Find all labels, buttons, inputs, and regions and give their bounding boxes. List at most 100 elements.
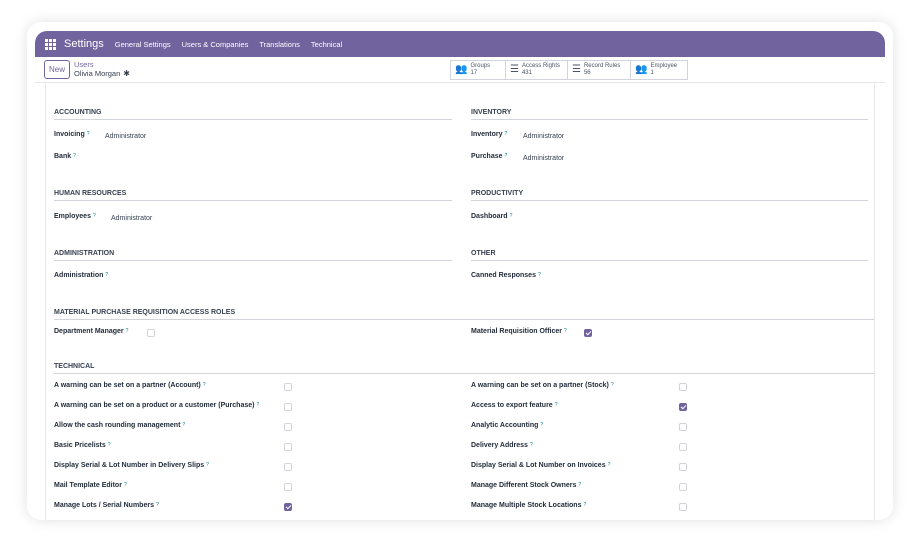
canned-responses-label: Canned Responses? — [471, 272, 541, 279]
help-icon[interactable]: ? — [611, 382, 614, 388]
employees-label: Employees? — [54, 213, 96, 220]
employees-value[interactable]: Administrator — [111, 215, 152, 222]
tech-left-label-0-text: A warning can be set on a partner (Accou… — [54, 382, 201, 389]
tech-right-label-1: Access to export feature? — [471, 402, 557, 409]
tech-left-label-1: A warning can be set on a product or a c… — [54, 402, 259, 409]
help-icon[interactable]: ? — [555, 402, 558, 408]
tech-left-checkbox-0[interactable] — [284, 383, 292, 391]
section-productivity: PRODUCTIVITY — [471, 190, 868, 201]
tech-left-label-6: Manage Lots / Serial Numbers? — [54, 502, 159, 509]
tech-left-checkbox-6[interactable] — [284, 503, 292, 511]
department-manager-checkbox[interactable] — [147, 329, 155, 337]
tech-right-checkbox-5[interactable] — [679, 483, 687, 491]
inventory-label: Inventory? — [471, 131, 507, 138]
groups-stat-label: Groups — [470, 63, 491, 69]
tech-right-label-6: Manage Multiple Stock Locations? — [471, 502, 586, 509]
help-icon[interactable]: ? — [108, 442, 111, 448]
tech-right-checkbox-0[interactable] — [679, 383, 687, 391]
help-icon[interactable]: ? — [505, 153, 508, 159]
tech-left-checkbox-1[interactable] — [284, 403, 292, 411]
help-icon[interactable]: ? — [87, 131, 90, 137]
breadcrumb-current-label: Olivia Morgan — [74, 69, 121, 78]
app-title[interactable]: Settings — [64, 38, 104, 50]
apps-grid-icon[interactable] — [45, 38, 56, 50]
help-icon[interactable]: ? — [505, 131, 508, 137]
menu-general-settings[interactable]: General Settings — [115, 40, 171, 49]
list-icon: ☰ — [510, 64, 519, 75]
record-rules-stat-label: Record Rules — [583, 63, 621, 69]
tech-right-checkbox-4[interactable] — [679, 463, 687, 471]
help-icon[interactable]: ? — [203, 382, 206, 388]
help-icon[interactable]: ? — [73, 153, 76, 159]
form-sheet: ACCOUNTING Invoicing? Administrator Bank… — [45, 83, 875, 520]
help-icon[interactable]: ? — [124, 482, 127, 488]
invoicing-value[interactable]: Administrator — [105, 133, 146, 140]
section-other: OTHER — [471, 250, 868, 261]
tech-right-label-5: Manage Different Stock Owners? — [471, 482, 581, 489]
record-rules-stat-button[interactable]: ☰ Record Rules 56 — [567, 60, 631, 80]
help-icon[interactable]: ? — [564, 328, 567, 334]
help-icon[interactable]: ? — [105, 272, 108, 278]
breadcrumb-current: Olivia Morgan ✱ — [74, 69, 130, 78]
gear-icon[interactable]: ✱ — [123, 69, 130, 78]
purchase-value[interactable]: Administrator — [523, 155, 564, 162]
section-inventory: INVENTORY — [471, 109, 868, 120]
help-icon[interactable]: ? — [530, 442, 533, 448]
bank-label-text: Bank — [54, 153, 72, 160]
tech-left-checkbox-2[interactable] — [284, 423, 292, 431]
help-icon[interactable]: ? — [510, 213, 513, 219]
inventory-label-text: Inventory — [471, 131, 503, 138]
tech-right-checkbox-6[interactable] — [679, 503, 687, 511]
tech-right-label-5-text: Manage Different Stock Owners — [471, 482, 577, 489]
tech-right-label-2: Analytic Accounting? — [471, 422, 543, 429]
help-icon[interactable]: ? — [540, 422, 543, 428]
window-frame: Settings General Settings Users & Compan… — [27, 22, 893, 520]
help-icon[interactable]: ? — [578, 482, 581, 488]
groups-stat-button[interactable]: 👥 Groups 17 — [450, 60, 506, 80]
help-icon[interactable]: ? — [538, 272, 541, 278]
tech-right-label-0: A warning can be set on a partner (Stock… — [471, 382, 614, 389]
menu-translations[interactable]: Translations — [259, 40, 300, 49]
tech-left-label-3: Basic Pricelists? — [54, 442, 111, 449]
help-icon[interactable]: ? — [156, 502, 159, 508]
help-icon[interactable]: ? — [583, 502, 586, 508]
help-icon[interactable]: ? — [182, 422, 185, 428]
tech-left-checkbox-4[interactable] — [284, 463, 292, 471]
breadcrumb-users[interactable]: Users — [74, 60, 94, 69]
section-technical: TECHNICAL — [54, 363, 874, 374]
tech-left-label-4: Display Serial & Lot Number in Delivery … — [54, 462, 209, 469]
tech-right-checkbox-2[interactable] — [679, 423, 687, 431]
help-icon[interactable]: ? — [608, 462, 611, 468]
top-navbar: Settings General Settings Users & Compan… — [35, 31, 885, 57]
employee-stat-count: 1 — [650, 70, 654, 76]
tech-right-label-1-text: Access to export feature — [471, 402, 553, 409]
tech-left-label-1-text: A warning can be set on a product or a c… — [54, 402, 255, 409]
tech-left-checkbox-5[interactable] — [284, 483, 292, 491]
stat-buttons: 👥 Groups 17 ☰ Access Rights 431 ☰ Record R… — [450, 60, 688, 80]
section-material-purchase-requisition: MATERIAL PURCHASE REQUISITION ACCESS ROL… — [54, 309, 874, 320]
tech-left-checkbox-3[interactable] — [284, 443, 292, 451]
tech-left-label-2-text: Allow the cash rounding management — [54, 422, 181, 429]
access-rights-stat-button[interactable]: ☰ Access Rights 431 — [505, 60, 568, 80]
tech-left-label-5: Mail Template Editor? — [54, 482, 127, 489]
tech-right-checkbox-1[interactable] — [679, 403, 687, 411]
inventory-value[interactable]: Administrator — [523, 133, 564, 140]
menu-users-companies[interactable]: Users & Companies — [182, 40, 249, 49]
tech-right-label-2-text: Analytic Accounting — [471, 422, 539, 429]
tech-right-checkbox-3[interactable] — [679, 443, 687, 451]
help-icon[interactable]: ? — [93, 213, 96, 219]
tech-left-label-0: A warning can be set on a partner (Accou… — [54, 382, 206, 389]
help-icon[interactable]: ? — [206, 462, 209, 468]
bank-label: Bank? — [54, 153, 76, 160]
mr-officer-checkbox[interactable] — [584, 329, 592, 337]
tech-left-label-4-text: Display Serial & Lot Number in Delivery … — [54, 462, 205, 469]
new-button[interactable]: New — [44, 60, 70, 79]
help-icon[interactable]: ? — [126, 328, 129, 334]
employee-stat-button[interactable]: 👥 Employee 1 — [630, 60, 688, 80]
dashboard-label-text: Dashboard — [471, 213, 508, 220]
mr-officer-label: Material Requisition Officer? — [471, 328, 567, 335]
access-rights-stat-label: Access Rights — [521, 63, 560, 69]
help-icon[interactable]: ? — [256, 402, 259, 408]
menu-technical[interactable]: Technical — [311, 40, 342, 49]
administration-label: Administration? — [54, 272, 108, 279]
